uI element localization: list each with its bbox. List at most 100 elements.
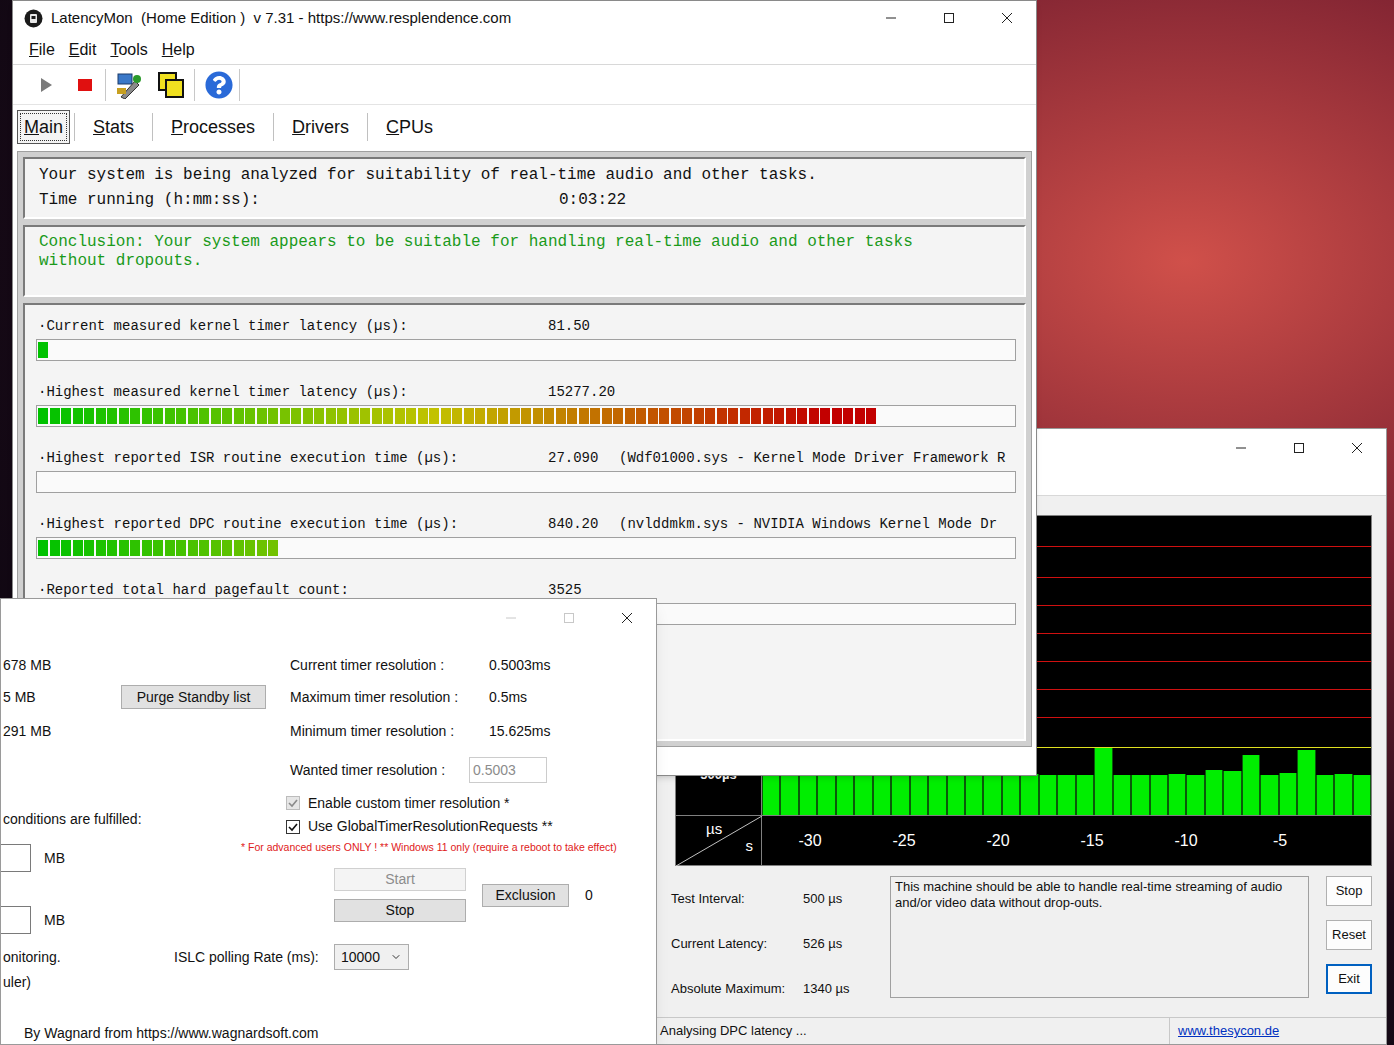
size-input[interactable] [1, 906, 31, 934]
website-link[interactable]: www.thesycon.de [1178, 1021, 1279, 1041]
maximize-button[interactable] [920, 1, 978, 35]
meter-segment [119, 408, 129, 424]
menu-item[interactable]: Help [162, 38, 195, 62]
latency-bar [910, 775, 928, 815]
meter-segment [487, 408, 497, 424]
latency-bar [1279, 773, 1297, 815]
polling-select[interactable]: 10000 [334, 944, 409, 970]
meter-segment [130, 408, 140, 424]
islc-window: 678 MBCurrent timer resolution :0.5003ms… [0, 598, 657, 1045]
monitor-button[interactable]: Stop [334, 899, 466, 922]
meter-segment [671, 408, 681, 424]
maximize-button[interactable] [1270, 429, 1328, 467]
warning-text: * For advanced users ONLY ! ** Windows 1… [241, 840, 617, 854]
menu-item[interactable]: Tools [110, 38, 147, 62]
menu-item[interactable]: File [29, 38, 55, 62]
size-field-row: MB [1, 906, 241, 934]
meter-segment [625, 408, 635, 424]
stat-value: 500 µs [803, 889, 842, 909]
message-box: This machine should be able to handle re… [890, 876, 1309, 998]
window-title: LatencyMon (Home Edition ) v 7.31 - http… [51, 7, 511, 30]
analysis-panel: Your system is being analyzed for suitab… [23, 157, 1026, 219]
latency-bar [1168, 774, 1186, 815]
metric-value: 81.50 [548, 316, 619, 337]
title-bar: LatencyMon (Home Edition ) v 7.31 - http… [13, 1, 1036, 35]
stat-label: Current Latency: [671, 934, 803, 954]
purge-button[interactable]: Purge Standby list [121, 685, 266, 709]
play-icon [39, 77, 53, 93]
meter-segment [326, 408, 336, 424]
timer-label: Current timer resolution : [290, 655, 489, 676]
meter-segment [372, 408, 382, 424]
meter-segment [50, 408, 60, 424]
title-bar [1, 599, 656, 637]
meter-segment [533, 408, 543, 424]
meter-segment [38, 408, 48, 424]
meter-segment [452, 408, 462, 424]
conditions-label: conditions are fulfilled: [1, 809, 286, 830]
meter-segment [406, 408, 416, 424]
maximize-icon [563, 612, 575, 624]
latency-bar [1039, 775, 1057, 815]
minimize-icon [505, 612, 517, 624]
meter-segment [843, 408, 853, 424]
window-button[interactable] [156, 70, 186, 100]
wanted-label: Wanted timer resolution : [290, 760, 469, 781]
close-button[interactable] [978, 1, 1036, 35]
close-button[interactable] [1328, 429, 1386, 467]
tools-button[interactable] [114, 70, 144, 100]
maximize-icon [943, 12, 955, 24]
menu-item[interactable]: Edit [69, 38, 97, 62]
latency-bar [965, 775, 983, 815]
meter-segment [96, 408, 106, 424]
latency-meter [36, 405, 1016, 427]
meter-segment [694, 408, 704, 424]
meter-segment [395, 408, 405, 424]
meter-segment [498, 408, 508, 424]
minimize-button[interactable] [1212, 429, 1270, 467]
minimize-button[interactable] [862, 1, 920, 35]
minimize-button[interactable] [482, 599, 540, 637]
polling-label: ISLC polling Rate (ms): [174, 947, 334, 968]
meter-segment [521, 408, 531, 424]
latency-bar [1020, 774, 1038, 815]
dpc-button[interactable]: Stop [1326, 876, 1372, 906]
stop-button[interactable] [74, 74, 96, 96]
latency-bar [983, 775, 1001, 815]
dpc-button[interactable]: Reset [1326, 920, 1372, 950]
tab-separator [74, 113, 75, 141]
tab-bar: Main Stats Processes Drivers CPUs [13, 107, 1036, 147]
size-input[interactable] [1, 844, 31, 872]
app-icon [24, 9, 43, 28]
time-value: 0:03:22 [559, 188, 626, 213]
meter-segment [866, 408, 876, 424]
help-button[interactable] [203, 69, 235, 101]
close-button[interactable] [598, 599, 656, 637]
tab[interactable]: Drivers [278, 110, 363, 144]
wanted-input[interactable]: 0.5003 [469, 757, 547, 783]
meter-segment [119, 540, 129, 556]
dpc-button[interactable]: Exit [1326, 964, 1372, 994]
monitor-button[interactable]: Start [334, 868, 466, 891]
tab[interactable]: Stats [79, 110, 148, 144]
exclusion-button[interactable]: Exclusion [482, 884, 569, 907]
desktop: 500µsµss-30-25-20-15-10-5Test Interval:5… [0, 0, 1394, 1045]
metric-row: ·Highest reported DPC routine execution … [36, 513, 1024, 559]
meter-segment [441, 408, 451, 424]
latency-bar [891, 775, 909, 815]
latency-bar [799, 775, 817, 815]
latency-bar [1316, 775, 1334, 815]
maximize-button[interactable] [540, 599, 598, 637]
tab[interactable]: CPUs [372, 110, 447, 144]
latency-bar [947, 775, 965, 815]
meter-segment [84, 408, 94, 424]
meter-segment [717, 408, 727, 424]
meter-segment [774, 408, 784, 424]
tab[interactable]: Main [17, 110, 70, 144]
meter-segment [257, 540, 267, 556]
start-button[interactable] [35, 74, 57, 96]
note-text: onitoring. [1, 947, 174, 968]
checkbox[interactable] [286, 796, 300, 810]
checkbox[interactable] [286, 820, 300, 834]
tab[interactable]: Processes [157, 110, 269, 144]
